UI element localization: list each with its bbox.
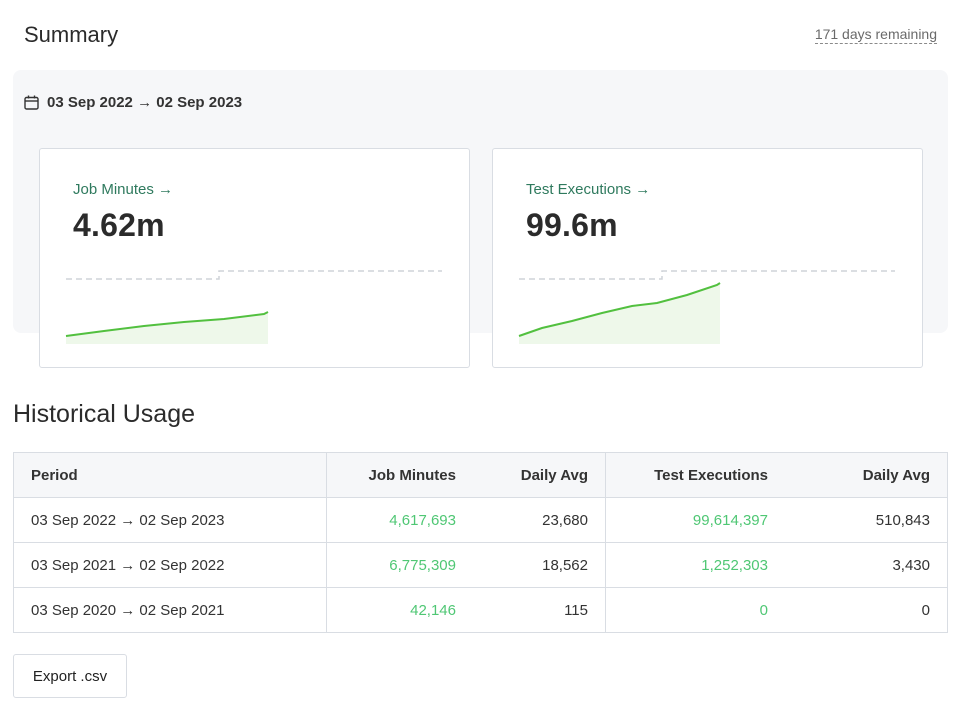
job-minutes-cell: 4,617,693 xyxy=(326,497,473,543)
test-executions-card: Test Executions → 99.6m xyxy=(492,148,923,368)
period-cell: 03 Sep 2022 → 02 Sep 2023 xyxy=(13,497,327,543)
export-csv-button[interactable]: Export .csv xyxy=(13,654,127,698)
job-minutes-card: Job Minutes → 4.62m xyxy=(39,148,470,368)
job-minutes-quota-line xyxy=(66,270,442,280)
column-header-job-minutes: Job Minutes xyxy=(326,452,473,498)
test-executions-area xyxy=(519,283,720,344)
job-minutes-value: 4.62m xyxy=(73,207,165,243)
job-daily-avg-cell: 115 xyxy=(473,587,606,633)
test-executions-sparkline xyxy=(518,270,895,344)
column-header-test-executions: Test Executions xyxy=(605,452,785,498)
calendar-icon xyxy=(24,95,39,110)
table-row: 03 Sep 2020 → 02 Sep 2021 42,146 115 0 0 xyxy=(13,587,948,633)
job-daily-avg-cell: 23,680 xyxy=(473,497,606,543)
table-header-row: Period Job Minutes Daily Avg Test Execut… xyxy=(13,452,948,498)
test-executions-cell: 1,252,303 xyxy=(605,542,785,588)
table-row: 03 Sep 2022 → 02 Sep 2023 4,617,693 23,6… xyxy=(13,497,948,543)
column-header-period: Period xyxy=(13,452,327,498)
column-header-test-daily-avg: Daily Avg xyxy=(785,452,948,498)
days-remaining[interactable]: 171 days remaining xyxy=(814,26,937,44)
test-daily-avg-cell: 0 xyxy=(785,587,948,633)
test-daily-avg-cell: 510,843 xyxy=(785,497,948,543)
column-header-job-daily-avg: Daily Avg xyxy=(473,452,606,498)
historical-usage-table: Period Job Minutes Daily Avg Test Execut… xyxy=(13,452,948,633)
table-row: 03 Sep 2021 → 02 Sep 2022 6,775,309 18,5… xyxy=(13,542,948,588)
date-range-label: 03 Sep 2022 → 02 Sep 2023 xyxy=(47,94,243,111)
job-minutes-cell: 42,146 xyxy=(326,587,473,633)
test-daily-avg-cell: 3,430 xyxy=(785,542,948,588)
date-range: 03 Sep 2022 → 02 Sep 2023 xyxy=(24,94,242,111)
test-executions-cell: 99,614,397 xyxy=(605,497,785,543)
job-minutes-sparkline xyxy=(65,270,442,344)
historical-usage-title: Historical Usage xyxy=(13,400,196,428)
period-cell: 03 Sep 2021 → 02 Sep 2022 xyxy=(13,542,327,588)
job-daily-avg-cell: 18,562 xyxy=(473,542,606,588)
job-minutes-link[interactable]: Job Minutes → xyxy=(73,181,173,198)
test-executions-quota-line xyxy=(519,270,895,280)
test-executions-cell: 0 xyxy=(605,587,785,633)
summary-title: Summary xyxy=(24,22,119,47)
period-cell: 03 Sep 2020 → 02 Sep 2021 xyxy=(13,587,327,633)
job-minutes-cell: 6,775,309 xyxy=(326,542,473,588)
test-executions-link[interactable]: Test Executions → xyxy=(526,181,650,198)
test-executions-value: 99.6m xyxy=(526,207,618,243)
